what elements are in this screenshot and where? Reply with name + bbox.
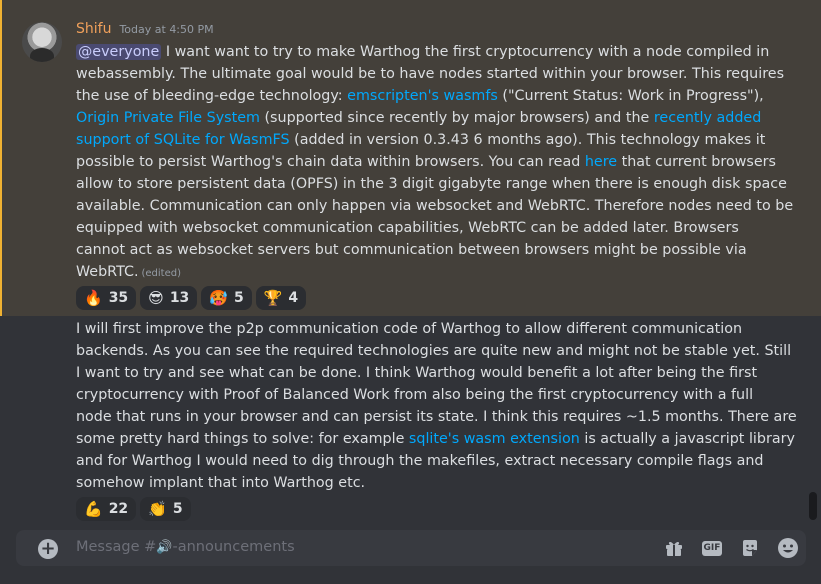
message-text: allow to store persistent data (OPFS) in…: [76, 176, 787, 192]
message-text: I will first improve the p2p communicati…: [76, 321, 743, 337]
speaker-icon: 🔊: [156, 540, 173, 555]
message-content-continued: I will first improve the p2p communicati…: [76, 318, 797, 494]
composer-tools: GIF: [662, 537, 800, 559]
footer-spacer: [0, 566, 821, 584]
reaction-emoji-icon: 👏: [148, 499, 167, 518]
message-line: some pretty hard things to solve: for ex…: [76, 428, 795, 450]
reaction-button[interactable]: 👏 5: [140, 497, 191, 521]
reaction-button[interactable]: 🥵 5: [201, 286, 252, 310]
gift-icon[interactable]: [662, 537, 686, 559]
reaction-emoji-icon: 🔥: [84, 288, 103, 307]
reaction-emoji-icon: 💪: [84, 499, 103, 518]
reaction-count: 13: [169, 290, 190, 306]
message-text: equipped with websocket communication ca…: [76, 220, 739, 236]
gif-icon[interactable]: GIF: [700, 537, 724, 559]
message-input[interactable]: Message #🔊-announcements: [76, 539, 295, 555]
message-text: I want want to try to make Warthog the f…: [161, 44, 770, 60]
timestamp: Today at 4:50 PM: [119, 23, 214, 36]
message-highlighted[interactable]: Shifu Today at 4:50 PM @everyone I want …: [0, 0, 821, 316]
message-link[interactable]: emscripten's wasmfs: [347, 88, 498, 104]
reaction-count: 22: [108, 501, 129, 517]
sticker-icon[interactable]: [738, 537, 762, 559]
message-line: WebRTC. (edited): [76, 261, 776, 285]
message-line: backends. As you can see the required te…: [76, 340, 791, 362]
message-line: equipped with websocket communication ca…: [76, 217, 776, 239]
reaction-emoji-icon: 🥵: [209, 288, 228, 307]
message-link[interactable]: sqlite's wasm extension: [409, 431, 580, 447]
reaction-count: 5: [233, 290, 244, 306]
reaction-count: 4: [288, 290, 299, 306]
message-line: cannot act as websocket servers but comm…: [76, 239, 776, 261]
reaction-button[interactable]: 🔥 35: [76, 286, 137, 310]
message-text: (supported since recently by major brows…: [259, 110, 654, 126]
message-link[interactable]: here: [585, 154, 617, 170]
message-line: node that runs in your browser and can p…: [76, 406, 797, 428]
message-header: Shifu Today at 4:50 PM: [76, 21, 214, 41]
message-line: cryptocurrency with Proof of Balanced Wo…: [76, 384, 776, 406]
message-text: cannot act as websocket servers but comm…: [76, 242, 747, 258]
message-line: I want to try and see what can be done. …: [76, 362, 776, 384]
gif-label: GIF: [701, 540, 723, 556]
message-line: I will first improve the p2p communicati…: [76, 318, 776, 340]
message-text: somehow implant that into Warthog etc.: [76, 475, 366, 491]
message-text: backends. As you can see the required te…: [76, 343, 792, 359]
reaction-emoji-icon: 🏆: [263, 288, 283, 307]
avatar[interactable]: [22, 22, 62, 62]
message-text: is actually a javascript library: [579, 431, 795, 447]
message-text: possible to persist Warthog's chain data…: [76, 154, 585, 170]
message-composer[interactable]: + Message #🔊-announcements GIF: [16, 530, 806, 566]
message-text: I want to try and see what can be done. …: [76, 365, 758, 381]
message-text: available. Communication can only happen…: [76, 198, 794, 214]
reaction-button[interactable]: 💪 22: [76, 497, 137, 521]
message-line: available. Communication can only happen…: [76, 195, 793, 217]
message-text: webassembly. The ultimate goal would be …: [76, 66, 785, 82]
message-text: the use of bleeding-edge technology:: [76, 88, 348, 104]
message-line: Origin Private File System (supported si…: [76, 107, 776, 129]
scrollbar-thumb[interactable]: [809, 492, 817, 520]
message-text: (added in version 0.3.43 6 months ago). …: [289, 132, 766, 148]
message-text: WebRTC.: [76, 264, 139, 280]
message-text: ("Current Status: Work in Progress"),: [497, 88, 764, 104]
message-link[interactable]: Origin Private File System: [76, 110, 260, 126]
message-line: @everyone I want want to try to make War…: [76, 41, 776, 63]
chat-messages: Shifu Today at 4:50 PM @everyone I want …: [0, 0, 821, 530]
message-line: webassembly. The ultimate goal would be …: [76, 63, 784, 85]
message-line: and for Warthog I would need to dig thro…: [76, 450, 776, 472]
message-text: node that runs in your browser and can p…: [76, 409, 797, 425]
placeholder-prefix: Message #: [76, 539, 157, 555]
reaction-bar: 🔥 35 😎 13 🥵 5 🏆 4: [76, 286, 307, 310]
message-line: the use of bleeding-edge technology: ems…: [76, 85, 776, 107]
scrollbar[interactable]: [807, 0, 821, 530]
plus-circle-icon[interactable]: +: [38, 539, 58, 559]
reaction-button[interactable]: 😎 13: [140, 286, 198, 310]
mention-everyone[interactable]: @everyone: [76, 44, 162, 60]
message-text: some pretty hard things to solve: for ex…: [76, 431, 409, 447]
message-link[interactable]: support of SQLite for WasmFS: [76, 132, 290, 148]
reaction-emoji-icon: 😎: [148, 288, 164, 307]
reaction-count: 5: [172, 501, 183, 517]
placeholder-suffix: -announcements: [172, 539, 295, 555]
message-line: somehow implant that into Warthog etc.: [76, 472, 776, 494]
reaction-button[interactable]: 🏆 4: [255, 286, 307, 310]
username[interactable]: Shifu: [76, 21, 111, 37]
reaction-bar: 💪 22 👏 5: [76, 497, 191, 521]
reaction-count: 35: [108, 290, 129, 306]
message-content: @everyone I want want to try to make War…: [76, 41, 793, 285]
emoji-icon[interactable]: [776, 537, 800, 559]
message-line: allow to store persistent data (OPFS) in…: [76, 173, 787, 195]
message-line: support of SQLite for WasmFS (added in v…: [76, 129, 776, 151]
message-link[interactable]: recently added: [654, 110, 761, 126]
edited-label: (edited): [141, 268, 182, 279]
message-line: possible to persist Warthog's chain data…: [76, 151, 776, 173]
message-text: and for Warthog I would need to dig thro…: [76, 453, 764, 469]
message-text: cryptocurrency with Proof of Balanced Wo…: [76, 387, 754, 403]
message-text: that current browsers: [617, 154, 776, 170]
